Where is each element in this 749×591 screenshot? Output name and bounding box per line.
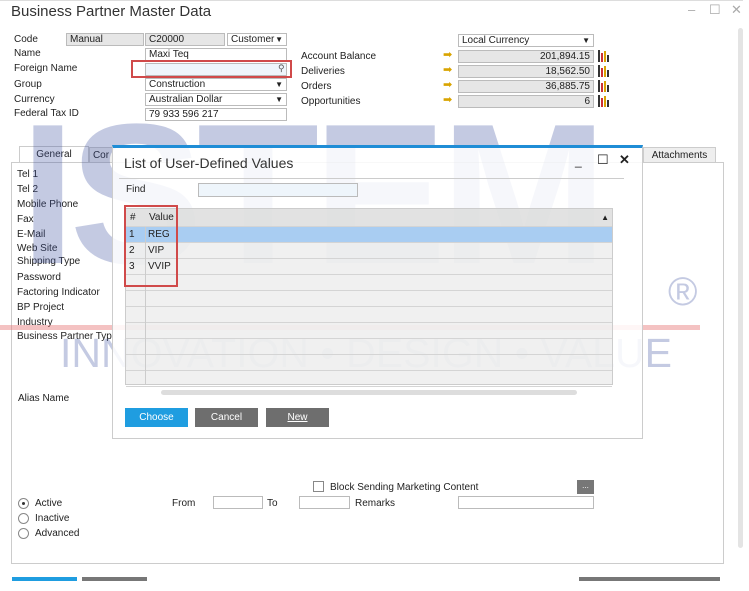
balance-label: Account Balance bbox=[301, 51, 377, 62]
group-select[interactable]: Construction bbox=[145, 78, 287, 91]
balance-value: 36,885.75 bbox=[458, 80, 594, 93]
status-label: Active bbox=[35, 498, 63, 509]
alias-name-label: Alias Name bbox=[18, 393, 70, 404]
tax-id-label: Federal Tax ID bbox=[14, 108, 79, 119]
tax-id-field[interactable]: 79 933 596 217 bbox=[145, 108, 287, 121]
table-row bbox=[126, 355, 612, 371]
scroll-indicator-right[interactable] bbox=[579, 577, 720, 581]
balance-value: 201,894.15 bbox=[458, 50, 594, 63]
field-label: Fax bbox=[17, 214, 34, 225]
link-arrow-icon[interactable]: ➡ bbox=[443, 95, 452, 106]
dialog-divider bbox=[119, 178, 624, 179]
name-label: Name bbox=[14, 48, 41, 59]
balance-value: 18,562.50 bbox=[458, 65, 594, 78]
field-label: Business Partner Typ bbox=[17, 331, 112, 342]
find-input[interactable] bbox=[198, 183, 358, 197]
table-row[interactable]: 1 REG bbox=[126, 227, 612, 243]
foreign-name-label: Foreign Name bbox=[14, 63, 78, 74]
table-row bbox=[126, 339, 612, 355]
dialog-title: List of User-Defined Values bbox=[124, 155, 294, 171]
balance-value: 6 bbox=[458, 95, 594, 108]
field-label: Shipping Type bbox=[17, 256, 81, 267]
code-series-field[interactable]: Manual bbox=[66, 33, 144, 46]
bp-type-select[interactable]: Customer bbox=[227, 33, 287, 46]
field-label: Factoring Indicator bbox=[17, 287, 100, 298]
remarks-label: Remarks bbox=[355, 498, 396, 509]
chart-icon[interactable] bbox=[598, 95, 610, 107]
remarks-field[interactable] bbox=[458, 496, 594, 509]
to-label: To bbox=[267, 498, 278, 509]
table-row bbox=[126, 275, 612, 291]
table-row[interactable]: 3 VVIP bbox=[126, 259, 612, 275]
chart-icon[interactable] bbox=[598, 80, 610, 92]
table-row bbox=[126, 307, 612, 323]
scroll-indicator-active[interactable] bbox=[12, 577, 77, 581]
balance-label: Deliveries bbox=[301, 66, 345, 77]
table-row bbox=[126, 371, 612, 387]
user-defined-values-dialog: List of User-Defined Values _ ☐ ✕ Find #… bbox=[112, 145, 643, 439]
new-button[interactable]: New bbox=[266, 408, 329, 427]
chart-icon[interactable] bbox=[598, 50, 610, 62]
group-label: Group bbox=[14, 79, 42, 90]
status-radio[interactable] bbox=[18, 528, 29, 539]
code-label: Code bbox=[14, 34, 38, 45]
find-label: Find bbox=[126, 184, 146, 195]
highlight-box bbox=[124, 205, 178, 287]
field-label: Password bbox=[17, 272, 61, 283]
code-field[interactable]: C20000 bbox=[145, 33, 225, 46]
minimize-button[interactable]: – bbox=[688, 2, 695, 17]
highlight-box bbox=[131, 60, 292, 78]
close-button[interactable]: ✕ bbox=[731, 2, 742, 18]
scroll-indicator[interactable] bbox=[82, 577, 147, 581]
dialog-minimize-button[interactable]: _ bbox=[575, 154, 582, 168]
horizontal-scrollbar[interactable] bbox=[161, 390, 577, 395]
table-row bbox=[126, 291, 612, 307]
table-row[interactable]: 2 VIP bbox=[126, 243, 612, 259]
field-label: Tel 2 bbox=[17, 184, 39, 195]
table-row bbox=[126, 323, 612, 339]
choose-button[interactable]: Choose bbox=[125, 408, 188, 427]
tab-general[interactable]: General bbox=[19, 146, 89, 163]
divider bbox=[0, 0, 743, 1]
balance-label: Opportunities bbox=[301, 96, 361, 107]
status-label: Advanced bbox=[35, 528, 80, 539]
link-arrow-icon[interactable]: ➡ bbox=[443, 65, 452, 76]
vertical-scrollbar[interactable] bbox=[738, 28, 743, 548]
cancel-button[interactable]: Cancel bbox=[195, 408, 258, 427]
block-marketing-checkbox[interactable] bbox=[313, 481, 324, 492]
sort-up-icon[interactable]: ▲ bbox=[601, 209, 609, 227]
field-label: BP Project bbox=[17, 302, 65, 313]
link-arrow-icon[interactable]: ➡ bbox=[443, 50, 452, 61]
window-title: Business Partner Master Data bbox=[11, 3, 212, 20]
to-field[interactable] bbox=[299, 496, 350, 509]
from-field[interactable] bbox=[213, 496, 263, 509]
tab-attachments[interactable]: Attachments bbox=[643, 147, 716, 163]
tab-contacts[interactable]: Cor bbox=[89, 147, 113, 163]
maximize-button[interactable]: ☐ bbox=[709, 2, 721, 18]
status-label: Inactive bbox=[35, 513, 70, 524]
status-radio[interactable] bbox=[18, 498, 29, 509]
field-label: E-Mail bbox=[17, 229, 46, 240]
balance-label: Orders bbox=[301, 81, 332, 92]
currency-label: Currency bbox=[14, 94, 55, 105]
dialog-close-button[interactable]: ✕ bbox=[619, 152, 630, 168]
dialog-maximize-button[interactable]: ☐ bbox=[597, 152, 609, 168]
currency-mode-select[interactable]: Local Currency bbox=[458, 34, 594, 47]
grid-header: # Value ▲ bbox=[126, 209, 612, 227]
link-arrow-icon[interactable]: ➡ bbox=[443, 80, 452, 91]
field-label: Mobile Phone bbox=[17, 199, 79, 210]
values-grid: # Value ▲ 1 REG 2 VIP 3 VVIP bbox=[125, 208, 613, 387]
status-radio[interactable] bbox=[18, 513, 29, 524]
chart-icon[interactable] bbox=[598, 65, 610, 77]
currency-select[interactable]: Australian Dollar bbox=[145, 93, 287, 106]
more-button[interactable]: ... bbox=[577, 480, 594, 494]
field-label: Tel 1 bbox=[17, 169, 39, 180]
field-label: Web Site bbox=[17, 243, 58, 254]
from-label: From bbox=[172, 498, 196, 509]
block-marketing-label: Block Sending Marketing Content bbox=[330, 482, 479, 493]
